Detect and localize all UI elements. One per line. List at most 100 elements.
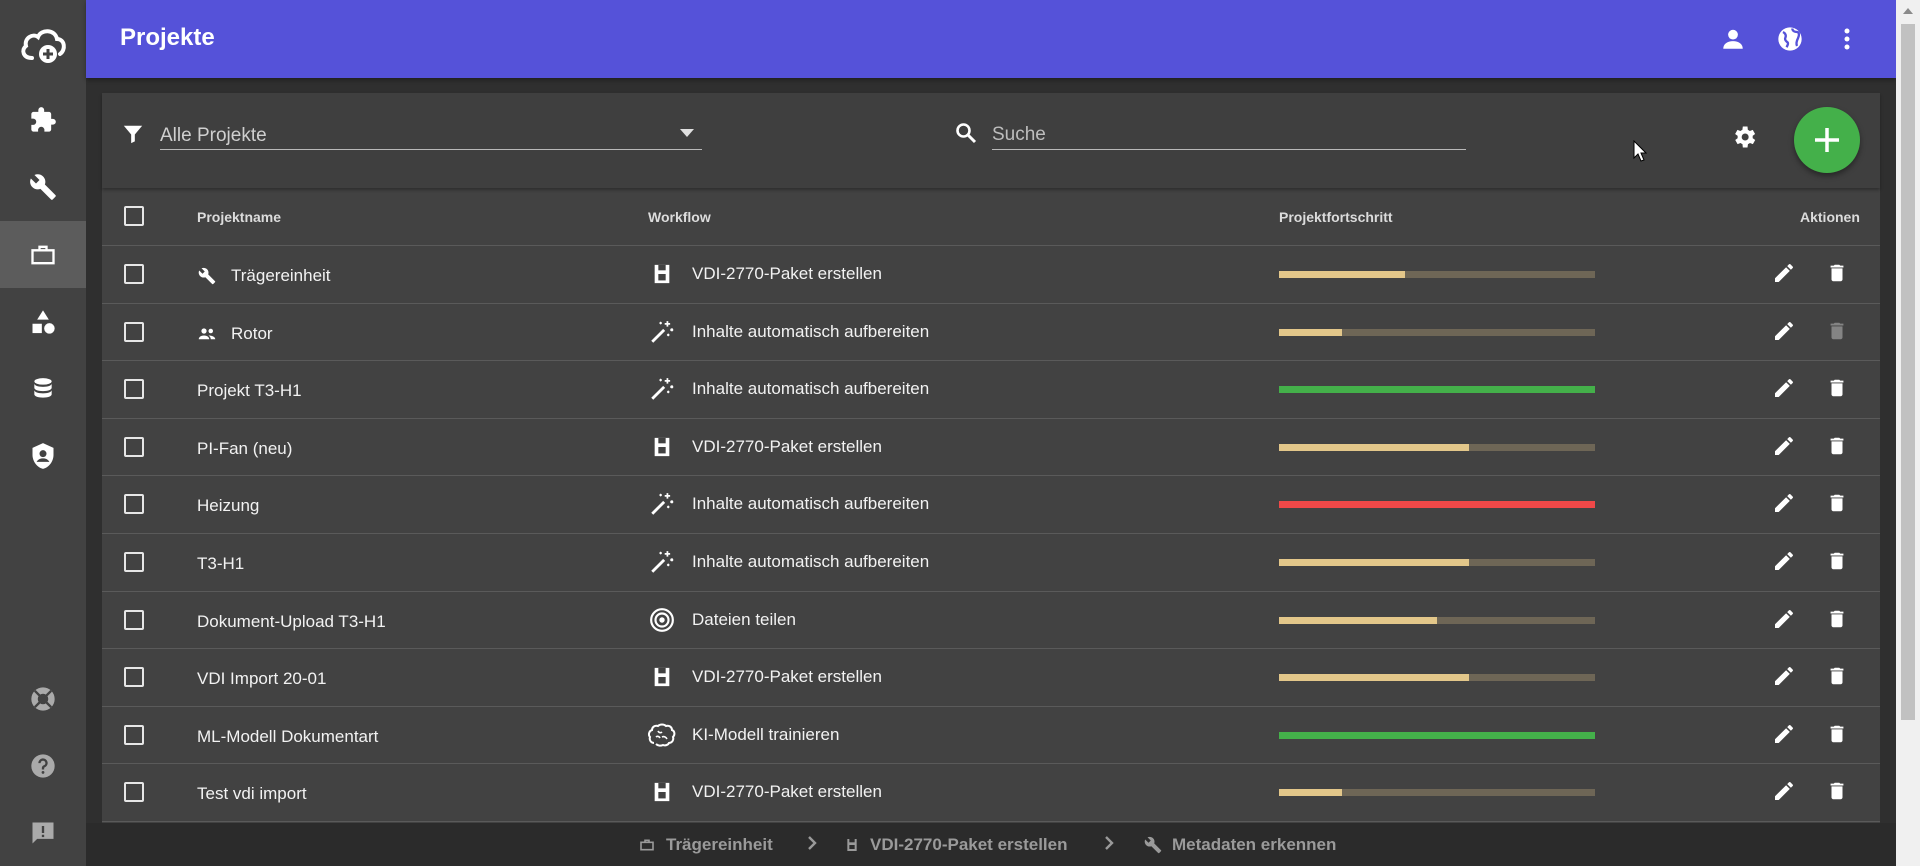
table-row[interactable]: Projekt T3-H1 Inhalte automatisch aufber… — [102, 361, 1880, 419]
delete-button[interactable] — [1826, 607, 1848, 631]
delete-button[interactable] — [1826, 434, 1848, 458]
sidebar-item-shapes[interactable] — [0, 288, 86, 355]
trash-icon — [1830, 725, 1844, 743]
delete-button[interactable] — [1826, 664, 1848, 688]
workflow-label: VDI-2770-Paket erstellen — [692, 436, 882, 456]
workflow-label: Inhalte automatisch aufbereiten — [692, 321, 930, 341]
project-name[interactable]: PI-Fan (neu) — [197, 439, 292, 459]
edit-button[interactable] — [1772, 607, 1796, 631]
edit-button[interactable] — [1772, 664, 1796, 688]
sidebar-item-support[interactable] — [0, 665, 86, 732]
search-field — [992, 115, 1466, 150]
sidebar-item-admin[interactable] — [0, 422, 86, 489]
account-button[interactable] — [1718, 24, 1748, 54]
edit-button[interactable] — [1772, 722, 1796, 746]
select-all-checkbox[interactable] — [124, 206, 144, 226]
page-scrollbar[interactable] — [1896, 0, 1920, 866]
row-checkbox[interactable] — [124, 724, 144, 745]
delete-button[interactable] — [1826, 722, 1848, 746]
breadcrumb-item-project[interactable]: Trägereinheit — [638, 835, 773, 855]
package-icon — [648, 260, 676, 288]
row-checkbox[interactable] — [124, 609, 144, 630]
search-input[interactable] — [992, 123, 1462, 147]
project-name[interactable]: T3-H1 — [197, 554, 244, 574]
gear-icon — [1735, 126, 1756, 148]
breadcrumb-item-step[interactable]: Metadaten erkennen — [1144, 835, 1336, 855]
table-settings-button[interactable] — [1730, 123, 1758, 151]
add-project-button[interactable] — [1794, 107, 1860, 173]
plus-icon — [1815, 128, 1839, 152]
row-checkbox[interactable] — [124, 264, 144, 284]
sidebar-item-help[interactable] — [0, 732, 86, 799]
table-row[interactable]: Test vdi import VDI-2770-Paket erstellen — [102, 764, 1880, 822]
progress-bar — [1279, 271, 1595, 278]
table-row[interactable]: VDI Import 20-01 VDI-2770-Paket erstelle… — [102, 649, 1880, 707]
column-header-actions: Aktionen — [1800, 209, 1860, 225]
table-row[interactable]: Rotor Inhalte automatisch aufbereiten — [102, 304, 1880, 362]
row-checkbox[interactable] — [124, 667, 144, 688]
table-row[interactable]: PI-Fan (neu) VDI-2770-Paket erstellen — [102, 419, 1880, 477]
package-icon — [648, 433, 676, 461]
edit-button[interactable] — [1772, 491, 1796, 515]
column-header-progress[interactable]: Projektfortschritt — [1279, 209, 1393, 225]
project-name[interactable]: Projekt T3-H1 — [197, 381, 302, 401]
sidebar-item-tools[interactable] — [0, 153, 86, 220]
project-name[interactable]: Trägereinheit — [197, 266, 331, 286]
cloud-upload-logo-icon[interactable] — [18, 24, 68, 66]
project-name[interactable]: ML-Modell Dokumentart — [197, 727, 378, 747]
project-name[interactable]: Test vdi import — [197, 784, 307, 804]
trash-icon — [1830, 322, 1844, 339]
row-checkbox[interactable] — [124, 494, 144, 515]
edit-button[interactable] — [1772, 549, 1796, 573]
edit-button[interactable] — [1772, 376, 1796, 400]
briefcase-icon — [638, 837, 656, 853]
wrench-icon — [1144, 836, 1162, 854]
edit-button[interactable] — [1772, 434, 1796, 458]
scrollbar-thumb[interactable] — [1901, 24, 1915, 720]
delete-button[interactable] — [1826, 376, 1848, 400]
sidebar-item-feedback[interactable] — [0, 799, 86, 866]
package-icon — [844, 836, 860, 854]
delete-button[interactable] — [1826, 549, 1848, 573]
delete-button[interactable] — [1826, 779, 1848, 803]
breadcrumb-item-workflow[interactable]: VDI-2770-Paket erstellen — [844, 835, 1068, 855]
workflow-label: KI-Modell trainieren — [692, 724, 840, 744]
row-checkbox[interactable] — [124, 436, 144, 457]
lifebuoy-icon — [31, 686, 55, 711]
edit-button[interactable] — [1772, 261, 1796, 285]
table-row[interactable]: Heizung Inhalte automatisch aufbereiten — [102, 476, 1880, 534]
scroll-up-arrow-icon[interactable] — [1896, 0, 1920, 22]
project-name[interactable]: Rotor — [197, 324, 273, 344]
language-button[interactable] — [1775, 24, 1805, 54]
trash-icon — [1830, 552, 1844, 570]
edit-button[interactable] — [1772, 319, 1796, 343]
project-name[interactable]: Dokument-Upload T3-H1 — [197, 612, 386, 632]
delete-button[interactable] — [1826, 491, 1848, 515]
row-checkbox[interactable] — [124, 321, 144, 342]
target-icon — [648, 606, 676, 634]
more-vert-icon — [1844, 28, 1850, 50]
edit-button[interactable] — [1772, 779, 1796, 803]
progress-bar-fill — [1279, 789, 1343, 797]
project-name[interactable]: Heizung — [197, 496, 259, 516]
column-header-workflow[interactable]: Workflow — [648, 209, 711, 225]
project-filter-select[interactable]: Alle Projekte — [160, 115, 702, 150]
briefcase-icon — [31, 245, 55, 264]
table-row[interactable]: Trägereinheit VDI-2770-Paket erstellen — [102, 246, 1880, 304]
row-checkbox[interactable] — [124, 379, 144, 400]
column-header-name[interactable]: Projektname — [197, 209, 281, 225]
table-row[interactable]: ML-Modell Dokumentart KI-Modell trainier… — [102, 707, 1880, 765]
workflow-label: VDI-2770-Paket erstellen — [692, 782, 882, 802]
row-checkbox[interactable] — [124, 552, 144, 572]
row-checkbox[interactable] — [124, 782, 144, 803]
sidebar-item-extensions[interactable] — [0, 86, 86, 153]
delete-button[interactable] — [1826, 261, 1848, 285]
more-menu-button[interactable] — [1832, 24, 1862, 54]
table-row[interactable]: T3-H1 Inhalte automatisch aufbereiten — [102, 534, 1880, 592]
database-icon — [34, 377, 52, 398]
help-icon — [31, 753, 55, 778]
sidebar-item-database[interactable] — [0, 355, 86, 422]
sidebar-item-projects[interactable] — [0, 221, 86, 288]
table-row[interactable]: Dokument-Upload T3-H1 Dateien teilen — [102, 592, 1880, 650]
project-name[interactable]: VDI Import 20-01 — [197, 669, 326, 689]
